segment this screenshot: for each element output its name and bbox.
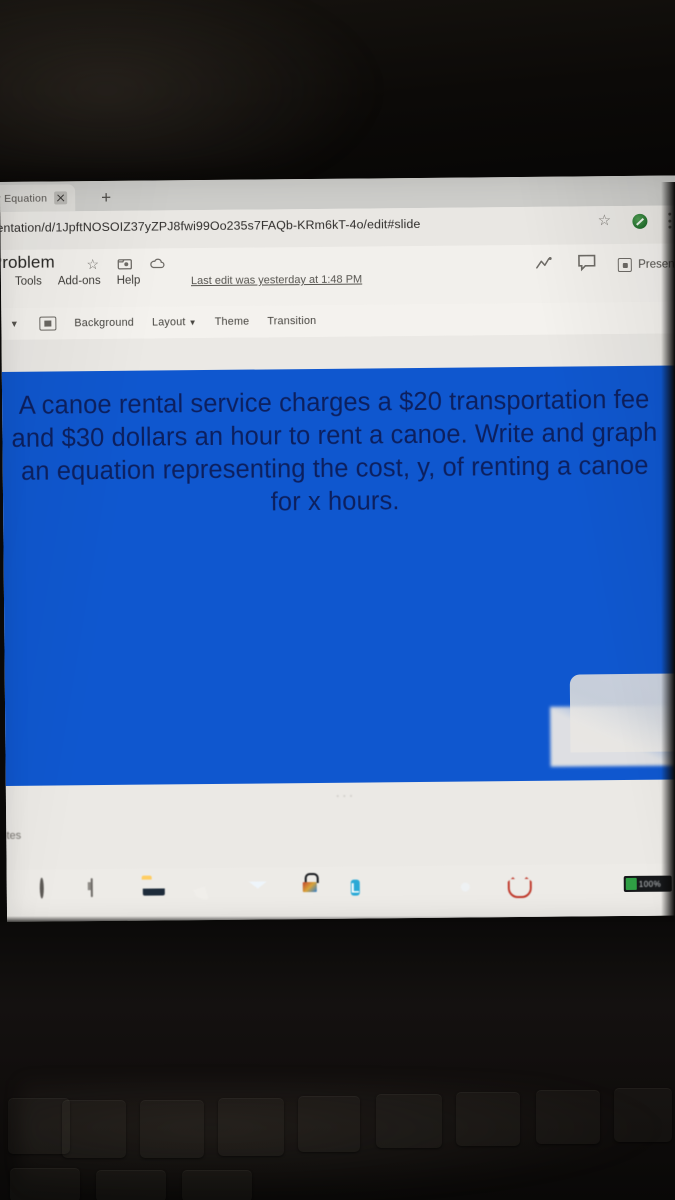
page-title[interactable]: Problem: [0, 252, 55, 273]
keyboard-key: [182, 1170, 252, 1200]
browser-tab[interactable]: r Equation: [0, 184, 76, 213]
screen-glare-soft: [550, 705, 675, 767]
toolbar-item-layout[interactable]: Layout ▼: [152, 316, 197, 328]
photo-of-laptop-screen: r Equation + entation/d/1JpftNOSOIZ37yZP…: [0, 0, 675, 1200]
present-button-label: Present: [638, 258, 675, 271]
move-to-folder-icon[interactable]: [117, 256, 133, 272]
slides-app-header: Problem ☆ Tools Add-ons Help Last edit w…: [0, 243, 675, 308]
battery-percent-label: 100%: [638, 879, 662, 889]
lockdown-browser-letter: L: [350, 879, 360, 896]
plus-icon[interactable]: +: [95, 187, 117, 209]
menu-item-help[interactable]: Help: [117, 275, 141, 287]
windows-taskbar: L 100%: [6, 863, 675, 922]
chevron-down-icon[interactable]: ▼: [7, 319, 21, 329]
toolbar-item-transition[interactable]: Transition: [267, 315, 316, 327]
microsoft-store-icon[interactable]: [297, 877, 323, 903]
file-explorer-icon[interactable]: [141, 878, 167, 904]
menu-bar: Tools Add-ons Help: [15, 275, 140, 288]
keyboard-key: [298, 1096, 360, 1152]
cloud-saved-icon[interactable]: [149, 255, 165, 271]
address-bar-url[interactable]: entation/d/1JpftNOSOIZ37yZPJ8fwi99Oo235s…: [0, 216, 556, 235]
present-play-icon: [618, 257, 633, 273]
microsoft-edge-icon[interactable]: [193, 878, 219, 904]
laptop-screen: r Equation + entation/d/1JpftNOSOIZ37yZP…: [0, 175, 675, 922]
keyboard-key: [614, 1088, 672, 1142]
taskbar-icon-group: L: [37, 875, 531, 906]
lockdown-browser-icon[interactable]: L: [349, 876, 375, 902]
battery-icon[interactable]: 100%: [623, 875, 672, 893]
omnibox-icon-group: ☆: [596, 212, 671, 230]
title-icon-group: ☆: [85, 255, 165, 272]
toolbar-item-background[interactable]: Background: [74, 317, 134, 330]
dark-background-top: [0, 0, 675, 182]
battery-level-bar: [625, 877, 637, 891]
keyboard-key: [456, 1092, 520, 1146]
keyboard-key: [8, 1098, 70, 1154]
toolbar-item-layout-label: Layout: [151, 316, 186, 329]
keyboard-key: [376, 1094, 442, 1148]
browser-omnibox-row: entation/d/1JpftNOSOIZ37yZPJ8fwi99Oo235s…: [0, 205, 675, 250]
present-button[interactable]: Present: [618, 257, 675, 273]
cortana-icon[interactable]: [37, 877, 63, 905]
task-view-icon[interactable]: [89, 878, 115, 905]
browser-tab-label: r Equation: [0, 192, 48, 205]
keyboard-key: [536, 1090, 600, 1144]
close-icon[interactable]: [54, 191, 68, 205]
star-icon[interactable]: ☆: [596, 212, 612, 229]
extension-badge-icon[interactable]: [632, 213, 648, 229]
speaker-notes-placeholder-dots: ...: [335, 784, 356, 800]
toolbar-item-theme[interactable]: Theme: [215, 316, 250, 328]
menu-item-add-ons[interactable]: Add-ons: [58, 275, 101, 287]
star-icon[interactable]: ☆: [85, 256, 101, 272]
activity-trend-icon[interactable]: [536, 256, 556, 275]
three-dots-menu-icon[interactable]: [667, 212, 671, 229]
google-chrome-icon[interactable]: [453, 875, 479, 901]
comment-icon[interactable]: [578, 254, 596, 276]
speaker-notes-label[interactable]: notes: [0, 830, 21, 842]
keyboard-key: [96, 1170, 166, 1200]
menu-item-tools[interactable]: Tools: [15, 276, 42, 288]
slide-layout-icon[interactable]: [39, 316, 57, 331]
slide-body-text[interactable]: A canoe rental service charges a $20 tra…: [4, 384, 665, 523]
mail-icon[interactable]: [245, 877, 271, 903]
keyboard-key: [62, 1100, 126, 1158]
keyboard-key: [10, 1168, 80, 1200]
header-right-group: Present: [536, 253, 675, 276]
blue-app-icon[interactable]: [401, 876, 427, 902]
red-cat-app-icon[interactable]: [505, 875, 531, 901]
last-edit-link[interactable]: Last edit was yesterday at 1:48 PM: [191, 274, 362, 288]
keyboard-key: [218, 1098, 284, 1156]
chevron-down-icon: ▼: [188, 318, 197, 328]
background-sheen: [0, 0, 380, 170]
keyboard-key: [140, 1100, 204, 1158]
